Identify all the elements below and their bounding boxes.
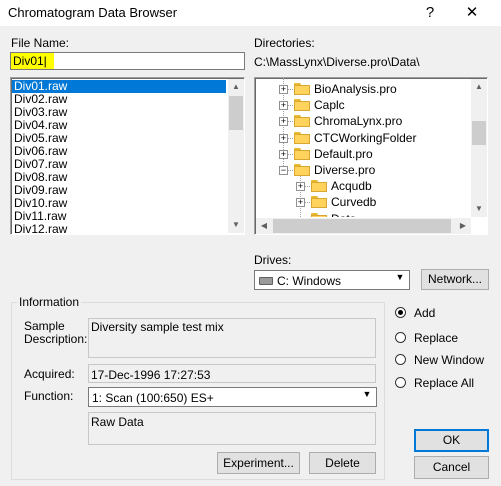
- function-value: 1: Scan (100:650) ES+: [92, 391, 214, 405]
- directory-tree-label: ChromaLynx.pro: [314, 114, 403, 129]
- radio-add-label: Add: [414, 306, 436, 320]
- function-description-field: Raw Data: [88, 412, 376, 445]
- expand-icon[interactable]: +: [279, 133, 288, 143]
- chevron-down-icon[interactable]: ▼: [392, 272, 408, 288]
- radio-replace-circle[interactable]: [395, 332, 406, 343]
- directory-tree-label: Caplc: [314, 98, 345, 113]
- radio-new-window-circle[interactable]: [395, 354, 406, 365]
- directory-tree-item[interactable]: + BioAnalysis.pro: [255, 81, 469, 97]
- drives-value: C: Windows: [277, 274, 342, 288]
- network-button[interactable]: Network...: [421, 269, 489, 290]
- directories-label: Directories:: [254, 36, 315, 50]
- function-description-value: Raw Data: [91, 415, 144, 429]
- directory-tree-label: CTCWorkingFolder: [314, 130, 417, 145]
- drives-select[interactable]: C: Windows ▼: [254, 270, 410, 290]
- folder-icon: [311, 212, 327, 217]
- expand-icon[interactable]: +: [279, 101, 288, 111]
- scroll-down-icon[interactable]: ▼: [228, 217, 244, 233]
- function-label: Function:: [24, 389, 74, 403]
- directory-tree-label: BioAnalysis.pro: [314, 82, 397, 96]
- scroll-up-icon[interactable]: ▲: [228, 79, 244, 95]
- folder-icon: [311, 196, 327, 209]
- directory-tree-item[interactable]: Data: [255, 211, 469, 217]
- experiment-button[interactable]: Experiment...: [217, 452, 300, 474]
- expand-icon[interactable]: +: [279, 117, 288, 127]
- directory-tree-item[interactable]: + Caplc: [255, 97, 469, 113]
- directory-tree-item[interactable]: + Acqudb: [255, 178, 469, 194]
- cancel-button[interactable]: Cancel: [414, 456, 489, 479]
- directory-tree-item[interactable]: − Diverse.pro: [255, 162, 469, 178]
- tree-vscrollbar[interactable]: ▲ ▼: [471, 79, 487, 217]
- scroll-right-icon[interactable]: ▶: [455, 218, 471, 234]
- directory-tree-label: Diverse.pro: [314, 163, 376, 177]
- directory-tree-item[interactable]: + Default.pro: [255, 146, 469, 162]
- file-list-item[interactable]: Div12.raw: [12, 223, 226, 236]
- file-list-scrollbar[interactable]: ▲ ▼: [228, 79, 244, 233]
- scroll-thumb[interactable]: [229, 96, 243, 130]
- radio-new-window-label: New Window: [414, 353, 485, 367]
- expand-icon[interactable]: +: [296, 182, 305, 192]
- folder-icon: [294, 147, 310, 160]
- scroll-up-icon[interactable]: ▲: [471, 79, 487, 95]
- file-name-label: File Name:: [11, 36, 70, 50]
- radio-replace-all-label: Replace All: [414, 376, 475, 390]
- folder-icon: [294, 164, 310, 176]
- directory-tree-item[interactable]: + ChromaLynx.pro: [255, 113, 469, 129]
- folder-icon: [294, 99, 310, 112]
- sample-description-field: Diversity sample test mix: [88, 318, 376, 358]
- drive-icon: [259, 277, 273, 285]
- directory-tree[interactable]: + BioAnalysis.pro + Caplc + ChromaLynx.pro + CT…: [254, 77, 488, 235]
- file-name-input[interactable]: Div01|: [10, 52, 245, 70]
- acquired-field: 17-Dec-1996 17:27:53: [88, 364, 376, 383]
- folder-icon: [311, 180, 327, 193]
- file-name-value: Div01|: [13, 54, 47, 68]
- window-title: Chromatogram Data Browser: [8, 5, 178, 20]
- radio-replace-all-circle[interactable]: [395, 377, 406, 388]
- scroll-down-icon[interactable]: ▼: [471, 201, 487, 217]
- scroll-left-icon[interactable]: ◀: [256, 218, 272, 234]
- tree-hscrollbar[interactable]: ◀ ▶: [256, 218, 471, 234]
- sample-description-value: Diversity sample test mix: [91, 320, 224, 334]
- directory-path: C:\MassLynx\Diverse.pro\Data\: [254, 55, 420, 69]
- chevron-down-icon[interactable]: ▼: [359, 389, 375, 405]
- directory-tree-label: Acqudb: [331, 179, 372, 194]
- acquired-value: 17-Dec-1996 17:27:53: [91, 368, 211, 382]
- close-icon[interactable]: ✕: [462, 3, 482, 23]
- information-label: Information: [17, 295, 82, 309]
- directory-tree-label: Data: [331, 212, 356, 217]
- help-icon[interactable]: ?: [420, 3, 440, 23]
- radio-add-circle[interactable]: [395, 307, 406, 318]
- directory-tree-item[interactable]: + Curvedb: [255, 194, 469, 210]
- directory-tree-label: Default.pro: [314, 146, 373, 161]
- directory-tree-label: Curvedb: [331, 195, 377, 210]
- file-list[interactable]: Div01.raw Div02.raw Div03.raw Div04.raw Div0…: [10, 77, 245, 236]
- delete-button[interactable]: Delete: [309, 452, 376, 474]
- collapse-icon[interactable]: −: [279, 166, 288, 175]
- folder-icon: [294, 83, 310, 95]
- directory-tree-item[interactable]: + CTCWorkingFolder: [255, 130, 469, 146]
- sample-description-label: Sample Description:: [24, 319, 88, 346]
- acquired-label: Acquired:: [24, 367, 75, 381]
- ok-button[interactable]: OK: [414, 429, 489, 452]
- expand-icon[interactable]: +: [296, 198, 305, 208]
- drives-label: Drives:: [254, 253, 292, 267]
- expand-icon[interactable]: +: [279, 85, 288, 94]
- folder-icon: [294, 131, 310, 144]
- folder-icon: [294, 115, 310, 128]
- scroll-thumb[interactable]: [472, 121, 486, 145]
- function-select[interactable]: 1: Scan (100:650) ES+ ▼: [88, 387, 377, 407]
- expand-icon[interactable]: +: [279, 149, 288, 159]
- radio-replace-label: Replace: [414, 331, 459, 345]
- scroll-thumb[interactable]: [273, 219, 451, 233]
